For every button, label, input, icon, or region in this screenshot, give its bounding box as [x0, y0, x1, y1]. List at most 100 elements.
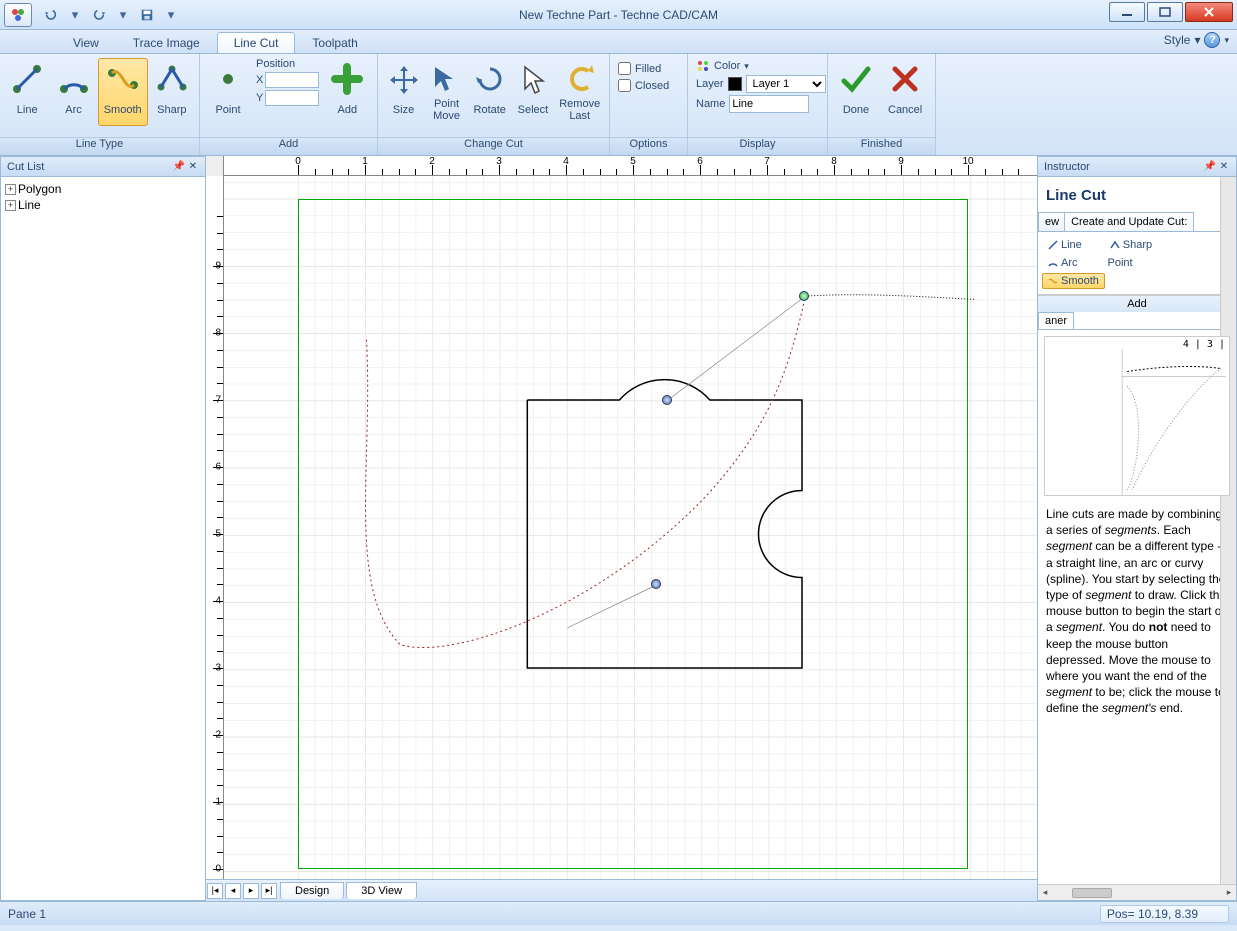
tab-line-cut[interactable]: Line Cut — [217, 32, 296, 53]
style-dropdown[interactable]: Style — [1164, 33, 1191, 47]
select-button[interactable]: Select — [512, 58, 553, 126]
mini-sharp[interactable]: Sharp — [1104, 237, 1158, 253]
tab-toolpath[interactable]: Toolpath — [295, 32, 374, 53]
tab-view[interactable]: View — [56, 32, 116, 53]
tree-item-polygon[interactable]: +Polygon — [5, 181, 201, 197]
tab-design[interactable]: Design — [280, 882, 344, 899]
y-label: Y — [256, 92, 263, 104]
layer-label: Layer — [696, 78, 724, 90]
instr-tab-create[interactable]: Create and Update Cut: — [1064, 212, 1194, 231]
instr-tab-partial[interactable]: ew — [1038, 212, 1065, 231]
instructor-body: Line Cut ew Create and Update Cut: Line … — [1038, 177, 1236, 884]
filled-checkbox-row[interactable]: Filled — [614, 60, 665, 77]
nav-last[interactable]: ▸| — [261, 883, 277, 899]
mini-arc[interactable]: Arc — [1042, 255, 1084, 271]
drawing-canvas[interactable] — [224, 176, 1037, 879]
minimize-button[interactable] — [1109, 2, 1145, 22]
instr-tab2[interactable]: aner — [1038, 312, 1074, 329]
filled-checkbox[interactable] — [618, 62, 631, 75]
mini-smooth[interactable]: Smooth — [1042, 273, 1105, 289]
instructor-heading: Line Cut — [1038, 177, 1236, 212]
undo-arrow-icon — [564, 63, 596, 95]
status-pane: Pane 1 — [8, 907, 46, 921]
closed-checkbox[interactable] — [618, 79, 631, 92]
canvas-area: 012345678910 0123456789 — [206, 156, 1037, 901]
expand-icon[interactable]: + — [5, 200, 16, 211]
point-button[interactable]: Point — [205, 58, 251, 126]
maximize-button[interactable] — [1147, 2, 1183, 22]
layer-select[interactable]: Layer 1 — [746, 75, 826, 93]
color-dropdown-arrow[interactable]: ▾ — [744, 61, 749, 72]
window-title: New Techne Part - Techne CAD/CAM — [0, 8, 1237, 22]
closed-label: Closed — [635, 80, 669, 92]
sharp-button[interactable]: Sharp — [150, 58, 194, 126]
titlebar: ▾ ▾ ▾ New Techne Part - Techne CAD/CAM — [0, 0, 1237, 30]
cancel-button[interactable]: Cancel — [881, 58, 929, 126]
tree-item-line[interactable]: +Line — [5, 197, 201, 213]
y-input[interactable] — [265, 90, 319, 106]
tab-trace-image[interactable]: Trace Image — [116, 32, 217, 53]
help-dropdown-arrow[interactable]: ▾ — [1224, 35, 1229, 46]
pin-icon[interactable]: 📌 — [173, 161, 185, 173]
qat-customize[interactable]: ▾ — [160, 5, 182, 25]
mini-point[interactable]: Point — [1102, 255, 1139, 271]
redo-button[interactable] — [88, 5, 110, 25]
instructor-text: Line cuts are made by combining a series… — [1038, 502, 1236, 720]
ruler-vertical: 0123456789 — [206, 176, 224, 879]
cutlist-tree[interactable]: +Polygon +Line — [1, 177, 205, 900]
instructor-panel: Instructor 📌✕ Line Cut ew Create and Upd… — [1037, 156, 1237, 901]
smooth-icon — [107, 63, 139, 95]
cutlist-title: Cut List — [7, 161, 44, 173]
redo-dropdown[interactable]: ▾ — [112, 5, 134, 25]
expand-icon[interactable]: + — [5, 184, 16, 195]
app-menu-button[interactable] — [4, 3, 32, 27]
instructor-thumbnail: 4 | 3 | — [1044, 336, 1230, 496]
color-picker-row[interactable]: Color▾ — [692, 58, 753, 74]
panel-close-icon[interactable]: ✕ — [1218, 161, 1230, 173]
nav-first[interactable]: |◂ — [207, 883, 223, 899]
position-fields: Position X Y — [252, 56, 323, 108]
point-move-button[interactable]: Point Move — [426, 58, 467, 126]
help-icon[interactable]: ? — [1204, 32, 1220, 48]
instructor-title: Instructor — [1044, 161, 1090, 173]
tree-label: Polygon — [18, 182, 61, 196]
tree-label: Line — [18, 198, 41, 212]
close-button[interactable] — [1185, 2, 1233, 22]
spline-endpoint[interactable] — [799, 291, 809, 301]
undo-button[interactable] — [40, 5, 62, 25]
nav-next[interactable]: ▸ — [243, 883, 259, 899]
line-button[interactable]: Line — [5, 58, 49, 126]
x-input[interactable] — [265, 72, 319, 88]
horizontal-scrollbar[interactable]: ◂▸ — [1038, 884, 1236, 900]
name-input[interactable] — [729, 95, 809, 113]
group-label-add: Add — [200, 137, 377, 155]
style-dropdown-arrow[interactable]: ▾ — [1194, 33, 1200, 47]
main-area: Cut List 📌✕ +Polygon +Line 012345678910 … — [0, 156, 1237, 901]
add-button[interactable]: Add — [324, 58, 370, 126]
smooth-button[interactable]: Smooth — [98, 58, 148, 126]
closed-checkbox-row[interactable]: Closed — [614, 77, 673, 94]
tab-3dview[interactable]: 3D View — [346, 882, 417, 899]
save-button[interactable] — [136, 5, 158, 25]
control-handle[interactable] — [651, 579, 661, 589]
thumb-ruler: 4 | 3 | — [1183, 339, 1225, 350]
size-button[interactable]: Size — [383, 58, 424, 126]
mini-line[interactable]: Line — [1042, 237, 1088, 253]
ribbon-tabs: View Trace Image Line Cut Toolpath Style… — [0, 30, 1237, 54]
statusbar: Pane 1 Pos= 10.19, 8.39 — [0, 901, 1237, 925]
control-handle[interactable] — [662, 395, 672, 405]
arc-button[interactable]: Arc — [51, 58, 95, 126]
remove-last-button[interactable]: Remove Last — [555, 58, 604, 126]
undo-dropdown[interactable]: ▾ — [64, 5, 86, 25]
palette-icon — [696, 59, 710, 73]
vertical-scrollbar[interactable] — [1220, 177, 1236, 884]
nav-prev[interactable]: ◂ — [225, 883, 241, 899]
panel-close-icon[interactable]: ✕ — [187, 161, 199, 173]
ribbon: Line Arc Smooth Sharp Line Type Point — [0, 54, 1237, 156]
pin-icon[interactable]: 📌 — [1204, 161, 1216, 173]
sharp-icon — [156, 63, 188, 95]
rotate-button[interactable]: Rotate — [469, 58, 510, 126]
rotate-icon — [474, 63, 506, 95]
done-button[interactable]: Done — [833, 58, 879, 126]
layer-swatch — [728, 77, 742, 91]
